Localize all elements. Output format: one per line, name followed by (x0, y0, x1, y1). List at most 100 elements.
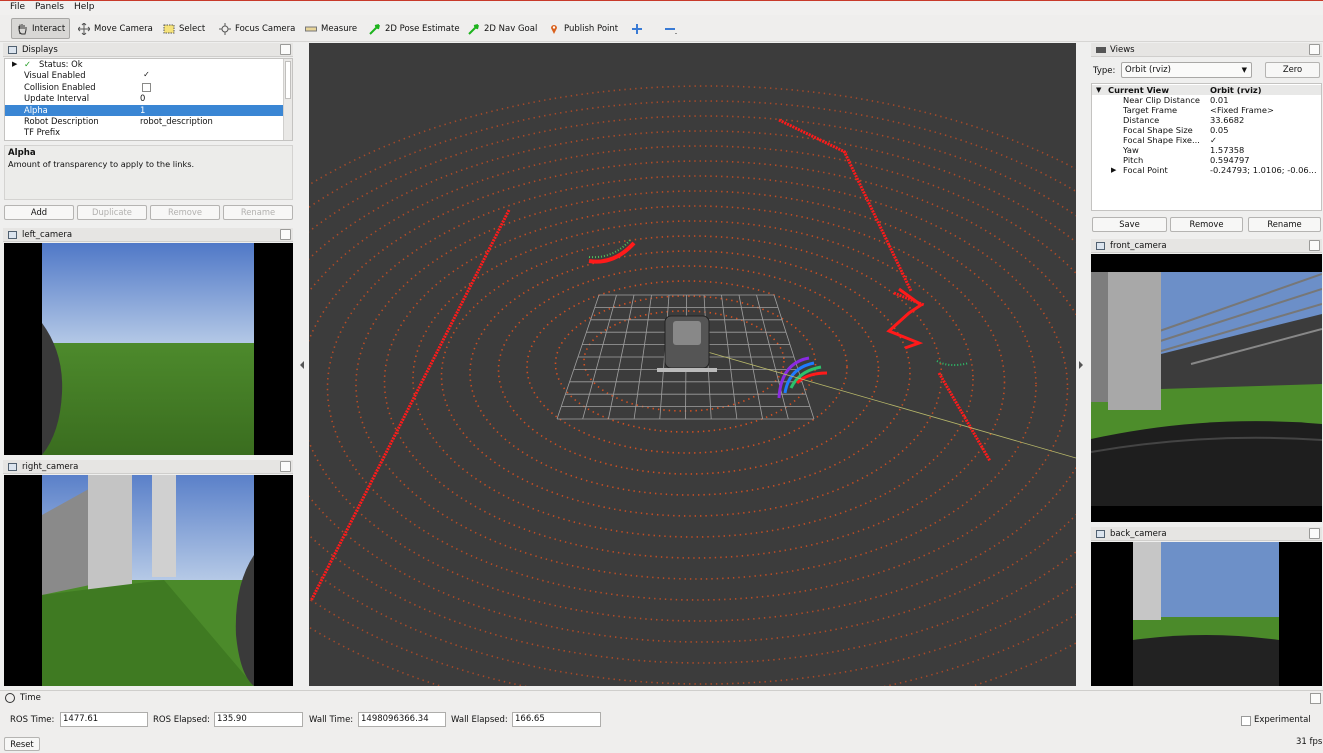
tree-value[interactable]: 1 (140, 105, 145, 116)
view-prop-row[interactable]: Yaw 1.57358 (1092, 145, 1321, 155)
collapse-left-icon[interactable] (300, 361, 304, 369)
add-tool-button[interactable] (627, 18, 647, 39)
left-camera-title: left_camera (22, 230, 73, 240)
tree-row-collision-enabled[interactable]: Collision Enabled (5, 82, 285, 93)
collapse-arrow-icon[interactable]: ▼ (1096, 85, 1101, 95)
ros-time-field[interactable]: 1477.61 (60, 712, 148, 727)
view-prop-value[interactable]: <Fixed Frame> (1210, 105, 1274, 115)
remove-display-button[interactable]: Remove (150, 205, 220, 220)
panel-icon (1096, 530, 1105, 538)
expand-arrow-icon[interactable]: ▶ (1111, 165, 1116, 175)
menubar: File Panels Help (0, 0, 1323, 15)
view-prop-row[interactable]: Near Clip Distance 0.01 (1092, 95, 1321, 105)
view-prop-key: Focal Shape Fixe... (1123, 135, 1200, 145)
ros-elapsed-field[interactable]: 135.90 (214, 712, 303, 727)
rename-view-button[interactable]: Rename (1248, 217, 1321, 232)
reset-button[interactable]: Reset (4, 737, 40, 751)
tree-row-robot-description[interactable]: Robot Description robot_description (5, 116, 285, 127)
menu-help[interactable]: Help (74, 2, 95, 12)
tree-row-update-interval[interactable]: Update Interval 0 (5, 93, 285, 104)
collapse-right-icon[interactable] (1079, 361, 1083, 369)
view-prop-value[interactable]: 33.6682 (1210, 115, 1244, 125)
view-prop-row[interactable]: Target Frame <Fixed Frame> (1092, 105, 1321, 115)
tree-row-tf-prefix[interactable]: TF Prefix (5, 127, 285, 138)
view-prop-row[interactable]: Focal Shape Fixe... ✓ (1092, 135, 1321, 145)
left-camera-view[interactable] (4, 243, 293, 455)
tree-row-visual-enabled[interactable]: Visual Enabled ✓ (5, 70, 285, 81)
right-camera-panel-header: right_camera (3, 460, 293, 474)
pose-arrow-icon (369, 23, 381, 35)
view-prop-value[interactable]: 0.01 (1210, 95, 1228, 105)
property-description: Alpha Amount of transparency to apply to… (4, 145, 293, 200)
tree-row-status[interactable]: ▶ ✓ Status: Ok (5, 59, 285, 70)
view-prop-value[interactable]: 0.594797 (1210, 155, 1250, 165)
point-cluster (588, 241, 636, 264)
view-prop-value[interactable]: 1.57358 (1210, 145, 1244, 155)
duplicate-display-button[interactable]: Duplicate (77, 205, 147, 220)
tool-interact-button[interactable]: Interact (11, 18, 71, 39)
zero-button[interactable]: Zero (1265, 62, 1320, 78)
view-type-select[interactable]: Orbit (rviz) ▼ (1121, 62, 1252, 78)
wall-time-field[interactable]: 1498096366.34 (358, 712, 446, 727)
displays-scrollbar[interactable] (283, 59, 292, 140)
rename-display-button[interactable]: Rename (223, 205, 293, 220)
view-prop-row[interactable]: ▶ Focal Point -0.24793; 1.0106; -0.06... (1092, 165, 1321, 175)
close-icon[interactable] (1309, 44, 1320, 55)
remove-tool-button[interactable] (660, 18, 680, 39)
current-view-row[interactable]: ▼ Current View Orbit (rviz) (1092, 85, 1321, 95)
ros-time-label: ROS Time: (10, 715, 55, 725)
time-panel: Time ROS Time: 1477.61 ROS Elapsed: 135.… (0, 690, 1323, 753)
views-panel-header: Views (1091, 43, 1322, 57)
tool-2d-pose-estimate-button[interactable]: 2D Pose Estimate (365, 18, 464, 39)
experimental-label: Experimental (1254, 715, 1311, 725)
tree-value[interactable]: 0 (140, 93, 145, 104)
menu-panels[interactable]: Panels (35, 2, 64, 12)
close-icon[interactable] (1309, 240, 1320, 251)
view-prop-row[interactable]: Focal Shape Size 0.05 (1092, 125, 1321, 135)
visual-enabled-checkbox[interactable]: ✓ (142, 71, 151, 80)
fps-counter: 31 fps (1296, 737, 1323, 747)
tool-select-button[interactable]: Select (159, 18, 209, 39)
collision-enabled-checkbox[interactable] (142, 82, 151, 92)
obstacle-points (778, 118, 848, 155)
view-prop-row[interactable]: Distance 33.6682 (1092, 115, 1321, 125)
tool-publish-point-button[interactable]: Publish Point (544, 18, 622, 39)
laser-scan-ring (412, 220, 974, 538)
tool-move-camera-button[interactable]: Move Camera (74, 18, 157, 39)
panel-icon (8, 46, 17, 54)
tool-focus-camera-button[interactable]: Focus Camera (215, 18, 299, 39)
tree-row-alpha[interactable]: Alpha 1 (5, 104, 285, 116)
view-prop-value[interactable]: -0.24793; 1.0106; -0.06... (1210, 165, 1317, 175)
close-icon[interactable] (1310, 693, 1321, 704)
tree-value[interactable]: robot_description (140, 116, 213, 127)
view-prop-value[interactable]: 0.05 (1210, 125, 1228, 135)
back-camera-view[interactable] (1091, 542, 1322, 686)
3d-viewport[interactable] (309, 43, 1076, 686)
save-view-button[interactable]: Save (1092, 217, 1167, 232)
toolbar: Interact Move Camera Select Focus Camera… (0, 15, 1323, 42)
close-icon[interactable] (280, 461, 291, 472)
close-icon[interactable] (1309, 528, 1320, 539)
tool-label: Focus Camera (235, 23, 296, 34)
expand-arrow-icon[interactable]: ▶ (12, 59, 17, 70)
menu-file[interactable]: File (10, 2, 25, 12)
remove-view-button[interactable]: Remove (1170, 217, 1243, 232)
laser-scan-ring (309, 160, 1076, 622)
close-icon[interactable] (280, 44, 291, 55)
focal-shape-fixed-checkbox[interactable]: ✓ (1210, 135, 1217, 145)
panel-icon (8, 231, 17, 239)
front-camera-view[interactable] (1091, 254, 1322, 522)
add-display-button[interactable]: Add (4, 205, 74, 220)
displays-tree[interactable]: ▶ ✓ Status: Ok Visual Enabled ✓ Collisio… (4, 58, 293, 141)
clock-icon (5, 693, 15, 703)
tool-measure-button[interactable]: Measure (301, 18, 361, 39)
tool-2d-nav-goal-button[interactable]: 2D Nav Goal (464, 18, 541, 39)
tool-label: 2D Nav Goal (484, 23, 538, 34)
views-tree[interactable]: ▼ Current View Orbit (rviz) Near Clip Di… (1091, 83, 1322, 211)
experimental-checkbox[interactable] (1241, 716, 1251, 726)
close-icon[interactable] (280, 229, 291, 240)
right-camera-view[interactable] (4, 475, 293, 686)
wall-elapsed-field[interactable]: 166.65 (512, 712, 601, 727)
view-prop-row[interactable]: Pitch 0.594797 (1092, 155, 1321, 165)
robot-car-roof (673, 321, 701, 345)
